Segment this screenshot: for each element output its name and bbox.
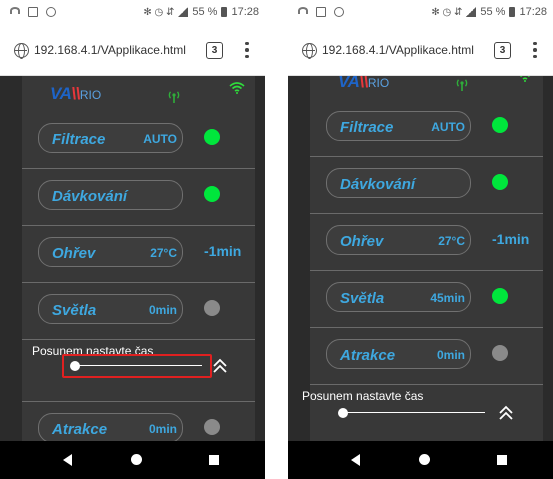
image-icon xyxy=(316,7,326,17)
circle-icon xyxy=(334,7,344,17)
app-header: VA\\RIO xyxy=(310,76,543,100)
home-icon[interactable] xyxy=(419,454,430,465)
signal-icon xyxy=(466,7,477,17)
atrakce-status-indicator xyxy=(204,419,220,435)
ohrev-timer: -1min xyxy=(204,243,242,259)
globe-icon xyxy=(302,43,317,59)
svetla-status-indicator xyxy=(204,300,220,316)
android-nav-bar xyxy=(288,441,553,479)
app-panel: VA\\RIO Filtrace AUTO Dávkování Ohřev 27… xyxy=(302,76,543,441)
image-icon xyxy=(28,7,38,17)
ohrev-timer: -1min xyxy=(492,231,530,247)
back-icon[interactable] xyxy=(63,454,72,466)
browser-menu-button[interactable] xyxy=(529,39,541,61)
davkovani-status-indicator xyxy=(204,186,220,202)
row-svetla: Světla 45min xyxy=(310,271,543,328)
battery-percent: 55 % xyxy=(192,6,218,18)
antenna-icon xyxy=(456,79,468,91)
wifi-signal-icon xyxy=(229,82,245,94)
time-slider-section: Posunem nastavte čas xyxy=(22,340,255,402)
recent-apps-icon[interactable] xyxy=(497,455,507,465)
status-bar: ✻ ◷ ⇵ 55 % 17:28 xyxy=(288,0,553,26)
antenna-icon xyxy=(168,91,180,103)
row-atrakce: Atrakce 0min xyxy=(22,402,255,441)
wifi-icon xyxy=(10,7,20,14)
row-davkovani: Dávkování xyxy=(22,169,255,226)
status-bar: ✻ ◷ ⇵ 55 % 17:28 xyxy=(0,0,265,26)
url-text[interactable]: 192.168.4.1/VApplikace.html xyxy=(34,43,186,57)
browser-url-bar[interactable]: 192.168.4.1/VApplikace.html 3 xyxy=(0,26,265,76)
clock: 17:28 xyxy=(519,6,547,18)
android-nav-bar xyxy=(0,441,265,479)
atrakce-button[interactable]: Atrakce 0min xyxy=(38,413,183,441)
phone-screen-right: ✻ ◷ ⇵ 55 % 17:28 192.168.4.1/VApplikace.… xyxy=(288,0,553,479)
back-icon[interactable] xyxy=(351,454,360,466)
row-davkovani: Dávkování xyxy=(310,157,543,214)
battery-icon xyxy=(509,7,516,17)
atrakce-button[interactable]: Atrakce 0min xyxy=(326,339,471,369)
wifi-signal-icon xyxy=(520,76,530,82)
signal-icon xyxy=(178,7,189,17)
davkovani-status-indicator xyxy=(492,174,508,190)
time-slider-track[interactable] xyxy=(340,412,485,413)
time-slider-thumb[interactable] xyxy=(338,408,348,418)
chevron-up-icon[interactable] xyxy=(212,358,228,374)
filtrace-button[interactable]: Filtrace AUTO xyxy=(38,123,183,153)
vario-logo: VA\\RIO xyxy=(50,84,102,103)
vario-logo: VA\\RIO xyxy=(338,76,390,91)
atrakce-status-indicator xyxy=(492,345,508,361)
tab-switcher-button[interactable]: 3 xyxy=(494,42,511,59)
tab-switcher-button[interactable]: 3 xyxy=(206,42,223,59)
chevron-up-icon[interactable] xyxy=(498,405,514,421)
battery-icon xyxy=(221,7,228,17)
time-slider-section: Posunem nastavte čas xyxy=(302,385,543,441)
svetla-status-indicator xyxy=(492,288,508,304)
app-header: VA\\RIO xyxy=(22,76,255,112)
filtrace-button[interactable]: Filtrace AUTO xyxy=(326,111,471,141)
filtrace-status-indicator xyxy=(204,129,220,145)
clock: 17:28 xyxy=(231,6,259,18)
battery-percent: 55 % xyxy=(480,6,506,18)
page-content: VA\\RIO Filtrace AUTO Dávkování Ohřev 27… xyxy=(0,76,265,441)
recent-apps-icon[interactable] xyxy=(209,455,219,465)
circle-icon xyxy=(46,7,56,17)
svetla-button[interactable]: Světla 45min xyxy=(326,282,471,312)
url-text[interactable]: 192.168.4.1/VApplikace.html xyxy=(322,43,474,57)
row-ohrev: Ohřev 27°C -1min xyxy=(22,226,255,283)
row-ohrev: Ohřev 27°C -1min xyxy=(310,214,543,271)
status-symbols: ✻ ◷ ⇵ xyxy=(143,6,175,18)
filtrace-status-indicator xyxy=(492,117,508,133)
row-atrakce: Atrakce 0min xyxy=(310,328,543,385)
ohrev-button[interactable]: Ohřev 27°C xyxy=(326,225,471,255)
home-icon[interactable] xyxy=(131,454,142,465)
ohrev-button[interactable]: Ohřev 27°C xyxy=(38,237,183,267)
app-panel: VA\\RIO Filtrace AUTO Dávkování Ohřev 27… xyxy=(22,76,255,441)
browser-menu-button[interactable] xyxy=(241,39,253,61)
page-content: VA\\RIO Filtrace AUTO Dávkování Ohřev 27… xyxy=(288,76,553,441)
davkovani-button[interactable]: Dávkování xyxy=(38,180,183,210)
slider-label: Posunem nastavte čas xyxy=(302,389,424,403)
browser-url-bar[interactable]: 192.168.4.1/VApplikace.html 3 xyxy=(288,26,553,76)
davkovani-button[interactable]: Dávkování xyxy=(326,168,471,198)
row-filtrace: Filtrace AUTO xyxy=(22,112,255,169)
wifi-icon xyxy=(298,7,308,14)
globe-icon xyxy=(14,43,29,59)
svetla-button[interactable]: Světla 0min xyxy=(38,294,183,324)
status-symbols: ✻ ◷ ⇵ xyxy=(431,6,463,18)
row-filtrace: Filtrace AUTO xyxy=(310,100,543,157)
highlight-box xyxy=(62,354,212,378)
row-svetla: Světla 0min xyxy=(22,283,255,340)
phone-screen-left: ✻ ◷ ⇵ 55 % 17:28 192.168.4.1/VApplikace.… xyxy=(0,0,265,479)
